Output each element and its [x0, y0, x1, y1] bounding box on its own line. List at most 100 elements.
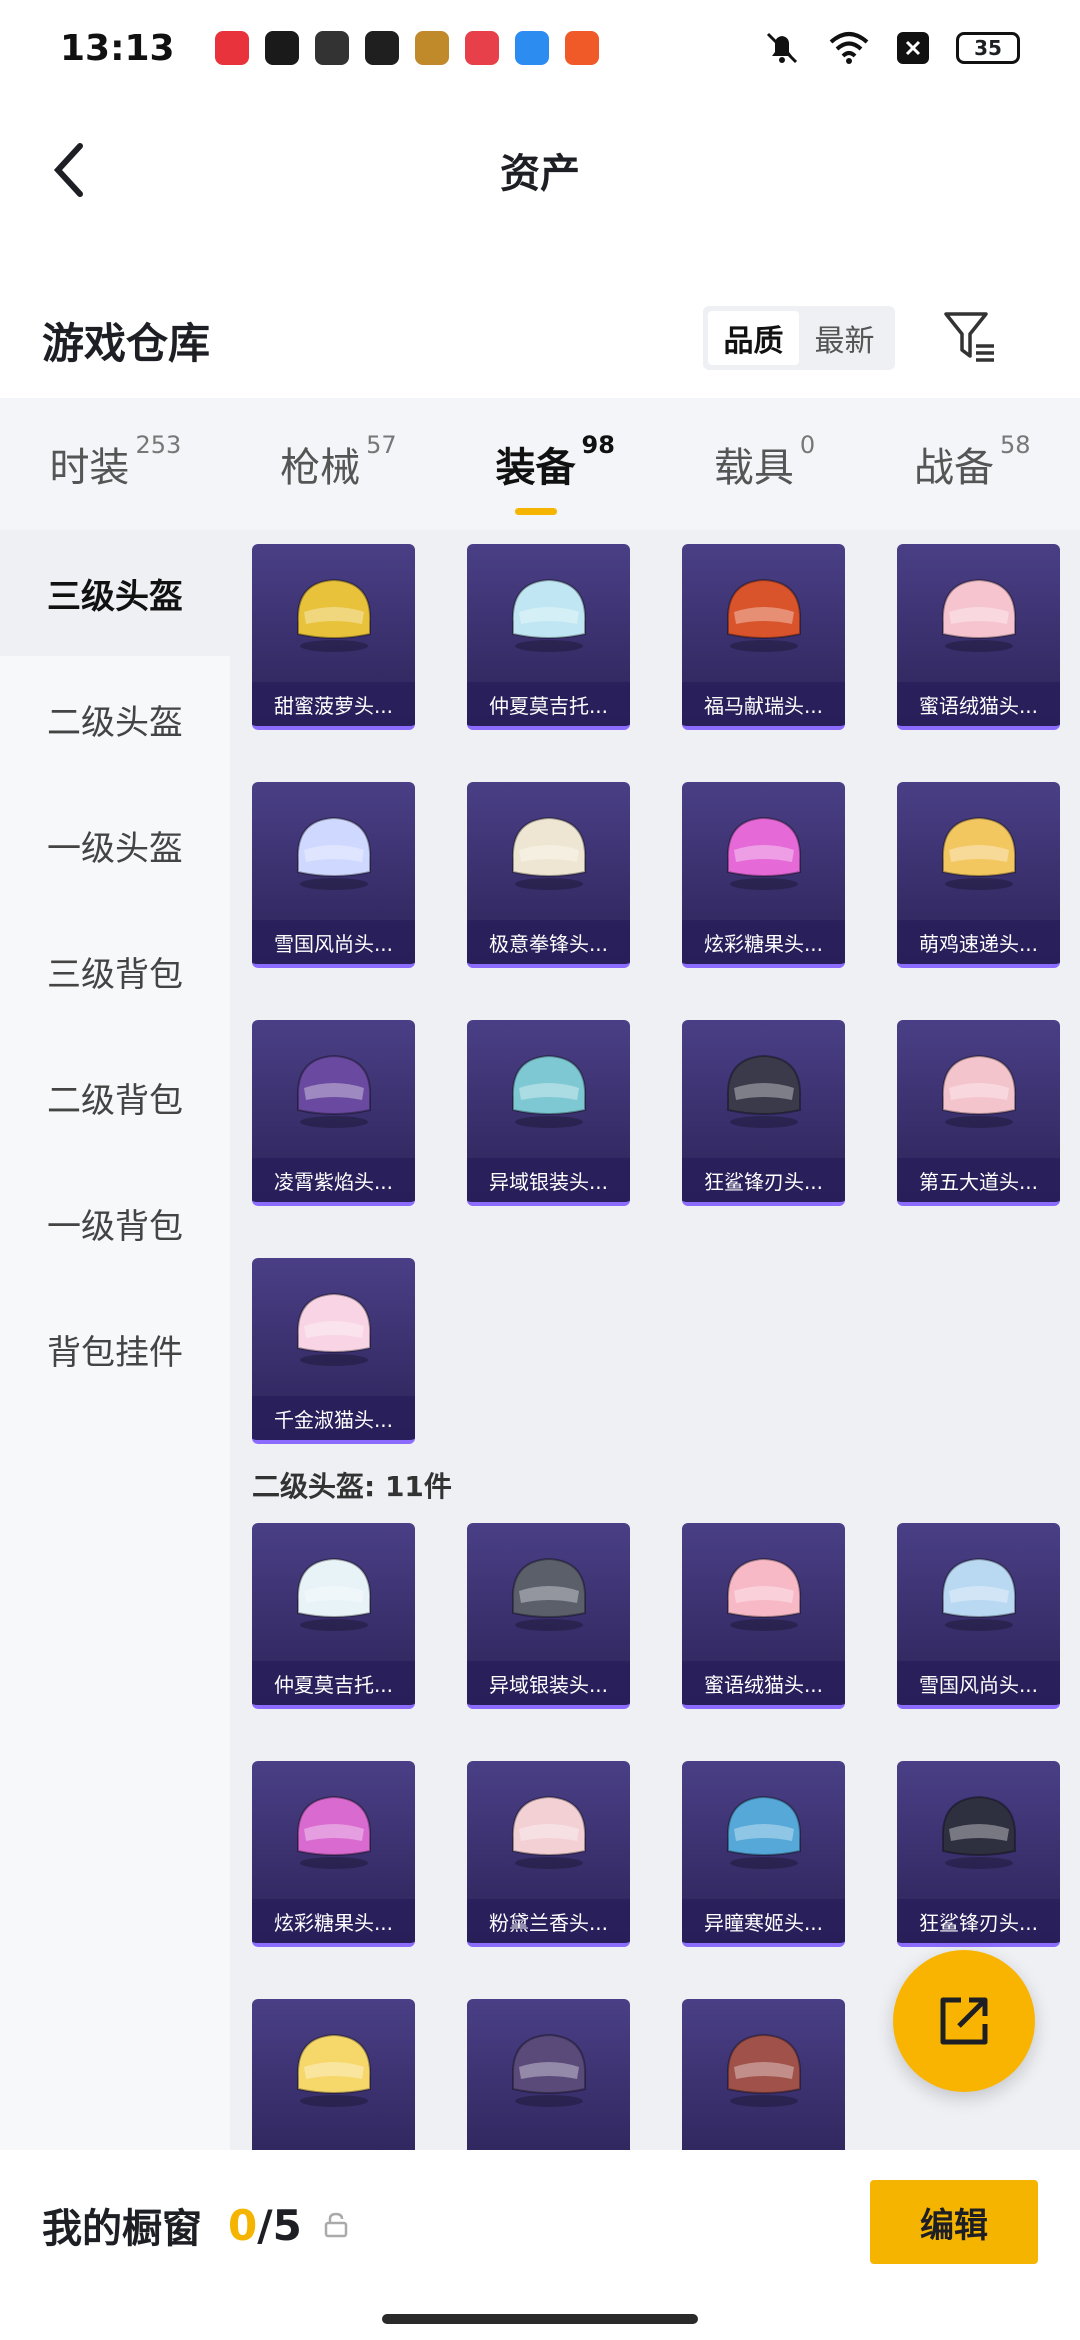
sidebar: 三级头盔 二级头盔 一级头盔 三级背包 二级背包 一级背包 背包挂件 — [0, 530, 230, 2150]
helmet-image — [720, 572, 808, 654]
filter-button[interactable] — [935, 302, 1005, 372]
item-card[interactable]: 甜蜜菠萝头... — [252, 544, 415, 730]
tab-label: 装备 — [495, 445, 576, 491]
status-bar: 13:13 35 — [0, 0, 1080, 96]
sidebar-item-level3-helmet[interactable]: 三级头盔 — [0, 530, 230, 656]
tab-count: 253 — [135, 431, 182, 459]
helmet-image — [935, 1551, 1023, 1633]
helmet-image — [720, 1551, 808, 1633]
close-square-icon — [897, 32, 929, 64]
item-card[interactable] — [252, 1999, 415, 2150]
item-card[interactable]: 仲夏莫吉托... — [252, 1523, 415, 1709]
mute-bell-icon — [766, 32, 798, 64]
helmet-image — [935, 1048, 1023, 1130]
item-card[interactable]: 炫彩糖果头... — [682, 782, 845, 968]
chat-app-icon — [364, 31, 399, 65]
showcase-current: 0 — [228, 2200, 258, 2250]
item-card[interactable]: 雪国风尚头... — [252, 782, 415, 968]
status-time: 13:13 — [60, 27, 175, 69]
item-card[interactable]: 千金淑猫头... — [252, 1258, 415, 1444]
item-name: 异瞳寒姬头... — [682, 1899, 845, 1943]
item-name: 蜜语绒猫头... — [682, 1661, 845, 1705]
share-external-icon — [940, 1997, 988, 2045]
helmet-image — [935, 572, 1023, 654]
item-card[interactable] — [467, 1999, 630, 2150]
showcase-title: 我的橱窗 — [42, 2206, 202, 2252]
filter-icon — [944, 312, 994, 362]
edit-button[interactable]: 编辑 — [870, 2180, 1038, 2264]
item-card[interactable] — [682, 1999, 845, 2150]
item-card[interactable]: 凌霄紫焰头... — [252, 1020, 415, 1206]
level3-helmet-grid: 甜蜜菠萝头... 仲夏莫吉托... 福马献瑞头... 蜜语绒猫头... 雪国风尚头...… — [252, 544, 1060, 1444]
showcase-slash: / — [257, 2200, 273, 2250]
tab-firearms[interactable]: 枪械 57 — [280, 431, 397, 493]
tab-label: 时装 — [49, 445, 130, 491]
helmet-image — [290, 1551, 378, 1633]
active-tab-indicator — [515, 508, 558, 515]
item-name: 炫彩糖果头... — [682, 920, 845, 964]
battery-indicator: 35 — [956, 32, 1020, 64]
sort-quality-button[interactable]: 品质 — [708, 311, 799, 365]
item-card[interactable]: 蜜语绒猫头... — [897, 544, 1060, 730]
item-card[interactable]: 异域银装头... — [467, 1020, 630, 1206]
helmet-image — [720, 1789, 808, 1871]
tab-fashion[interactable]: 时装 253 — [49, 431, 181, 493]
chevron-left-icon — [53, 143, 83, 197]
tab-count: 58 — [999, 431, 1031, 459]
video-app-icon — [464, 31, 499, 65]
item-card[interactable]: 炫彩糖果头... — [252, 1761, 415, 1947]
back-button[interactable] — [30, 130, 110, 210]
showcase-bar: 我的橱窗 0/5 编辑 — [0, 2150, 1080, 2300]
home-indicator[interactable] — [382, 2314, 698, 2324]
item-card[interactable]: 异瞳寒姬头... — [682, 1761, 845, 1947]
item-name: 萌鸡速递头... — [897, 920, 1060, 964]
tab-label: 载具 — [713, 445, 794, 491]
share-fab-button[interactable] — [893, 1950, 1035, 2092]
item-card[interactable]: 福马献瑞头... — [682, 544, 845, 730]
section-heading: 二级头盔: 11件 — [252, 1470, 452, 1503]
item-name: 粉黛兰香头... — [467, 1899, 630, 1943]
item-card[interactable]: 萌鸡速递头... — [897, 782, 1060, 968]
sidebar-item-level3-backpack[interactable]: 三级背包 — [0, 908, 230, 1034]
item-card[interactable]: 雪国风尚头... — [897, 1523, 1060, 1709]
item-card[interactable]: 狂鲨锋刃头... — [897, 1761, 1060, 1947]
tab-count: 98 — [581, 431, 615, 459]
item-card[interactable]: 仲夏莫吉托... — [467, 544, 630, 730]
sort-toggle: 品质 最新 — [703, 306, 895, 370]
system-icons: 35 — [762, 28, 1020, 68]
tab-label: 枪械 — [280, 445, 361, 491]
helmet-image — [290, 2027, 378, 2109]
item-card[interactable]: 第五大道头... — [897, 1020, 1060, 1206]
item-name: 异域银装头... — [467, 1158, 630, 1202]
warehouse-header: 游戏仓库 品质 最新 — [0, 290, 1080, 390]
item-card[interactable]: 异域银装头... — [467, 1523, 630, 1709]
tab-vehicles[interactable]: 载具 0 — [713, 431, 815, 493]
sidebar-item-level2-backpack[interactable]: 二级背包 — [0, 1034, 230, 1160]
music-app-icon — [214, 31, 249, 65]
helmet-image — [505, 810, 593, 892]
sort-newest-button[interactable]: 最新 — [799, 311, 890, 365]
item-name: 异域银装头... — [467, 1661, 630, 1705]
sidebar-item-level1-helmet[interactable]: 一级头盔 — [0, 782, 230, 908]
item-card[interactable]: 极意拳锋头... — [467, 782, 630, 968]
item-name: 仲夏莫吉托... — [252, 1661, 415, 1705]
helmet-image — [290, 810, 378, 892]
item-name: 千金淑猫头... — [252, 1396, 415, 1440]
item-name: 炫彩糖果头... — [252, 1899, 415, 1943]
category-tabs: 时装 253 枪械 57 装备 98 载具 0 战备 58 — [0, 398, 1080, 530]
tab-gear[interactable]: 战备 58 — [914, 431, 1031, 493]
shield-app-icon — [264, 31, 299, 65]
item-name: 极意拳锋头... — [467, 920, 630, 964]
sidebar-item-level2-helmet[interactable]: 二级头盔 — [0, 656, 230, 782]
sidebar-item-backpack-charm[interactable]: 背包挂件 — [0, 1286, 230, 1412]
sidebar-item-level1-backpack[interactable]: 一级背包 — [0, 1160, 230, 1286]
helmet-image — [505, 1551, 593, 1633]
item-card[interactable]: 粉黛兰香头... — [467, 1761, 630, 1947]
browser-app-icon — [514, 31, 549, 65]
tab-equipment[interactable]: 装备 98 — [495, 431, 615, 515]
item-card[interactable]: 狂鲨锋刃头... — [682, 1020, 845, 1206]
helmet-image — [935, 810, 1023, 892]
helmet-image — [505, 572, 593, 654]
item-name: 福马献瑞头... — [682, 682, 845, 726]
item-card[interactable]: 蜜语绒猫头... — [682, 1523, 845, 1709]
